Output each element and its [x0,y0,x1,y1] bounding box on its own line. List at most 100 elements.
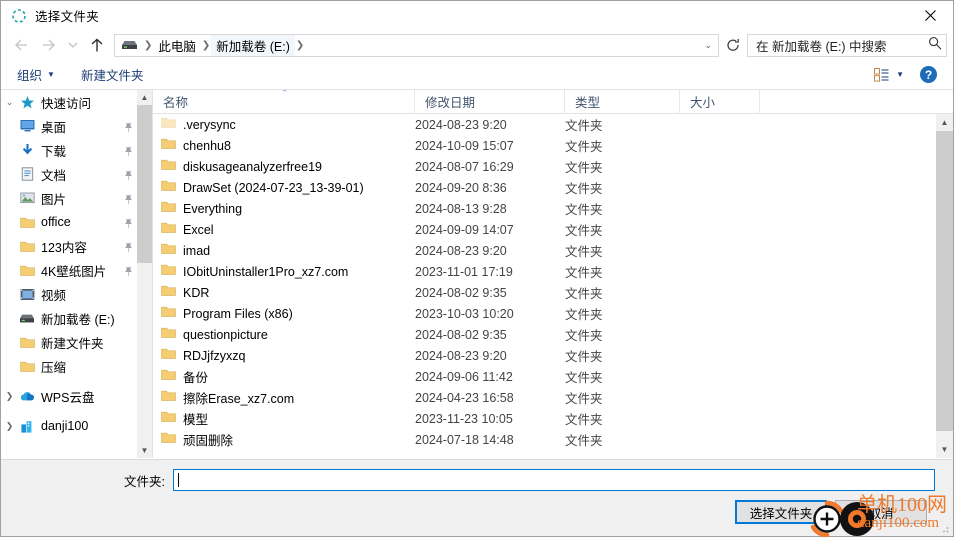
breadcrumb-item-1[interactable]: 新加载卷 (E:) [211,34,295,56]
column-header-name[interactable]: ⌃ 名称 [153,90,415,114]
sidebar-item-videos[interactable]: 视频 [1,282,152,306]
up-button[interactable] [83,32,111,58]
cancel-button[interactable]: 取消 [835,500,927,524]
file-name-cell[interactable]: Program Files (x86) [153,305,415,323]
help-button[interactable]: ? [920,66,937,83]
file-name-cell[interactable]: RDJjfzyxzq [153,347,415,365]
scroll-up-icon[interactable]: ▲ [137,90,152,105]
sidebar-item-compressed[interactable]: 压缩 [1,354,152,378]
table-row[interactable]: 顽固删除 2024-07-18 14:48 文件夹 [153,429,936,450]
table-row[interactable]: questionpicture 2024-08-02 9:35 文件夹 [153,324,936,345]
file-name-cell[interactable]: diskusageanalyzerfree19 [153,158,415,176]
sidebar-item-danji100[interactable]: ❯ danji100 [1,414,152,438]
pin-icon[interactable] [123,168,134,186]
folder-icon [161,389,176,407]
pin-icon[interactable] [123,264,134,282]
sidebar-item-desktop[interactable]: 桌面 [1,114,152,138]
sidebar-item-label: 文档 [41,168,67,183]
sidebar-scroll-thumb[interactable] [137,105,152,263]
file-name-cell[interactable]: .verysync [153,116,415,134]
file-name-cell[interactable]: imad [153,242,415,260]
file-name-cell[interactable]: 擦除Erase_xz7.com [153,388,415,407]
select-folder-button[interactable]: 选择文件夹 [735,500,827,524]
table-row[interactable]: Excel 2024-09-09 14:07 文件夹 [153,219,936,240]
organize-button[interactable]: 组织 ▼ [17,65,55,84]
table-row[interactable]: .verysync 2024-08-23 9:20 文件夹 [153,114,936,135]
file-name: chenhu8 [183,138,231,153]
chevron-down-icon [68,42,78,48]
pin-icon[interactable] [123,120,134,138]
breadcrumb[interactable]: ❯ 此电脑 ❯ 新加载卷 (E:) ❯ ⌄ [114,33,719,57]
column-header-date[interactable]: 修改日期 [415,90,565,114]
file-name-cell[interactable]: DrawSet (2024-07-23_13-39-01) [153,179,415,197]
table-row[interactable]: DrawSet (2024-07-23_13-39-01) 2024-09-20 … [153,177,936,198]
file-date: 2024-08-23 9:20 [415,243,507,258]
sidebar-item-office[interactable]: office [1,210,152,234]
table-row[interactable]: chenhu8 2024-10-09 15:07 文件夹 [153,135,936,156]
sidebar-item-4k-wallpaper[interactable]: 4K壁纸图片 [1,258,152,282]
file-name-cell[interactable]: IObitUninstaller1Pro_xz7.com [153,263,415,281]
column-header-type[interactable]: 类型 [565,90,680,114]
resize-grip[interactable] [938,521,950,533]
new-folder-button[interactable]: 新建文件夹 [81,65,144,84]
view-mode-caret: ▼ [896,70,904,79]
table-row[interactable]: diskusageanalyzerfree19 2024-08-07 16:29 文… [153,156,936,177]
table-row[interactable]: Everything 2024-08-13 9:28 文件夹 [153,198,936,219]
file-name-cell[interactable]: 顽固删除 [153,430,415,449]
sidebar-item-pictures[interactable]: 图片 [1,186,152,210]
breadcrumb-item-0[interactable]: 此电脑 [153,36,201,55]
scroll-down-icon[interactable]: ▼ [936,441,953,458]
table-row[interactable]: IObitUninstaller1Pro_xz7.com 2023-11-01 1… [153,261,936,282]
pin-icon[interactable] [123,192,134,210]
breadcrumb-dropdown-icon[interactable]: ⌄ [704,40,712,51]
table-row[interactable]: 模型 2023-11-23 10:05 文件夹 [153,408,936,429]
text-caret [178,473,179,487]
sidebar-item-123content[interactable]: 123内容 [1,234,152,258]
sidebar-item-downloads[interactable]: 下载 [1,138,152,162]
pin-icon[interactable] [123,240,134,258]
file-name: 模型 [183,413,209,427]
file-name-cell[interactable]: KDR [153,284,415,302]
file-name-cell[interactable]: 备份 [153,367,415,386]
forward-button[interactable] [35,32,63,58]
navigation-bar: ❯ 此电脑 ❯ 新加载卷 (E:) ❯ ⌄ 在 新加载卷 (E:) 中搜索 [1,30,953,60]
pin-icon[interactable] [123,216,134,234]
file-date: 2024-07-18 14:48 [415,432,514,447]
search-box[interactable]: 在 新加载卷 (E:) 中搜索 [747,33,947,57]
close-button[interactable] [907,1,953,30]
file-list-scroll-thumb[interactable] [936,131,953,431]
scroll-up-icon[interactable]: ▲ [936,114,953,131]
sidebar-item-new-folder[interactable]: 新建文件夹 [1,330,152,354]
breadcrumb-separator[interactable]: ❯ [295,40,305,51]
column-header-size[interactable]: 大小 [680,90,760,114]
back-button[interactable] [7,32,35,58]
table-row[interactable]: Program Files (x86) 2023-10-03 10:20 文件夹 [153,303,936,324]
file-name-cell[interactable]: Everything [153,200,415,218]
view-mode-button[interactable]: ▼ [874,67,904,82]
pin-icon[interactable] [123,144,134,162]
chevron-right-icon[interactable]: ❯ [1,421,18,432]
recent-locations-button[interactable] [63,32,83,58]
table-row[interactable]: 备份 2024-09-06 11:42 文件夹 [153,366,936,387]
chevron-down-icon[interactable]: ⌄ [1,97,18,108]
search-input[interactable]: 在 新加载卷 (E:) 中搜索 [756,36,928,55]
table-row[interactable]: 擦除Erase_xz7.com 2024-04-23 16:58 文件夹 [153,387,936,408]
table-row[interactable]: RDJjfzyxzq 2024-08-23 9:20 文件夹 [153,345,936,366]
file-name-cell[interactable]: chenhu8 [153,137,415,155]
sidebar-item-drive-e[interactable]: 新加载卷 (E:) [1,306,152,330]
sidebar-item-wps-cloud[interactable]: ❯ WPS云盘 [1,384,152,408]
scroll-down-icon[interactable]: ▼ [137,443,152,458]
folder-name-input[interactable] [173,469,935,491]
sidebar-item-documents[interactable]: 文档 [1,162,152,186]
file-list-scrollbar[interactable]: ▲ ▼ [936,114,953,458]
table-row[interactable]: imad 2024-08-23 9:20 文件夹 [153,240,936,261]
sidebar-item-quick-access[interactable]: ⌄ 快速访问 [1,90,152,114]
file-name-cell[interactable]: questionpicture [153,326,415,344]
sidebar-scrollbar[interactable]: ▲ ▼ [137,90,152,458]
refresh-button[interactable] [722,32,744,58]
file-name-cell[interactable]: 模型 [153,409,415,428]
file-name-cell[interactable]: Excel [153,221,415,239]
chevron-right-icon[interactable]: ❯ [1,391,18,402]
table-row[interactable]: KDR 2024-08-02 9:35 文件夹 [153,282,936,303]
cancel-label: 取消 [868,506,894,521]
